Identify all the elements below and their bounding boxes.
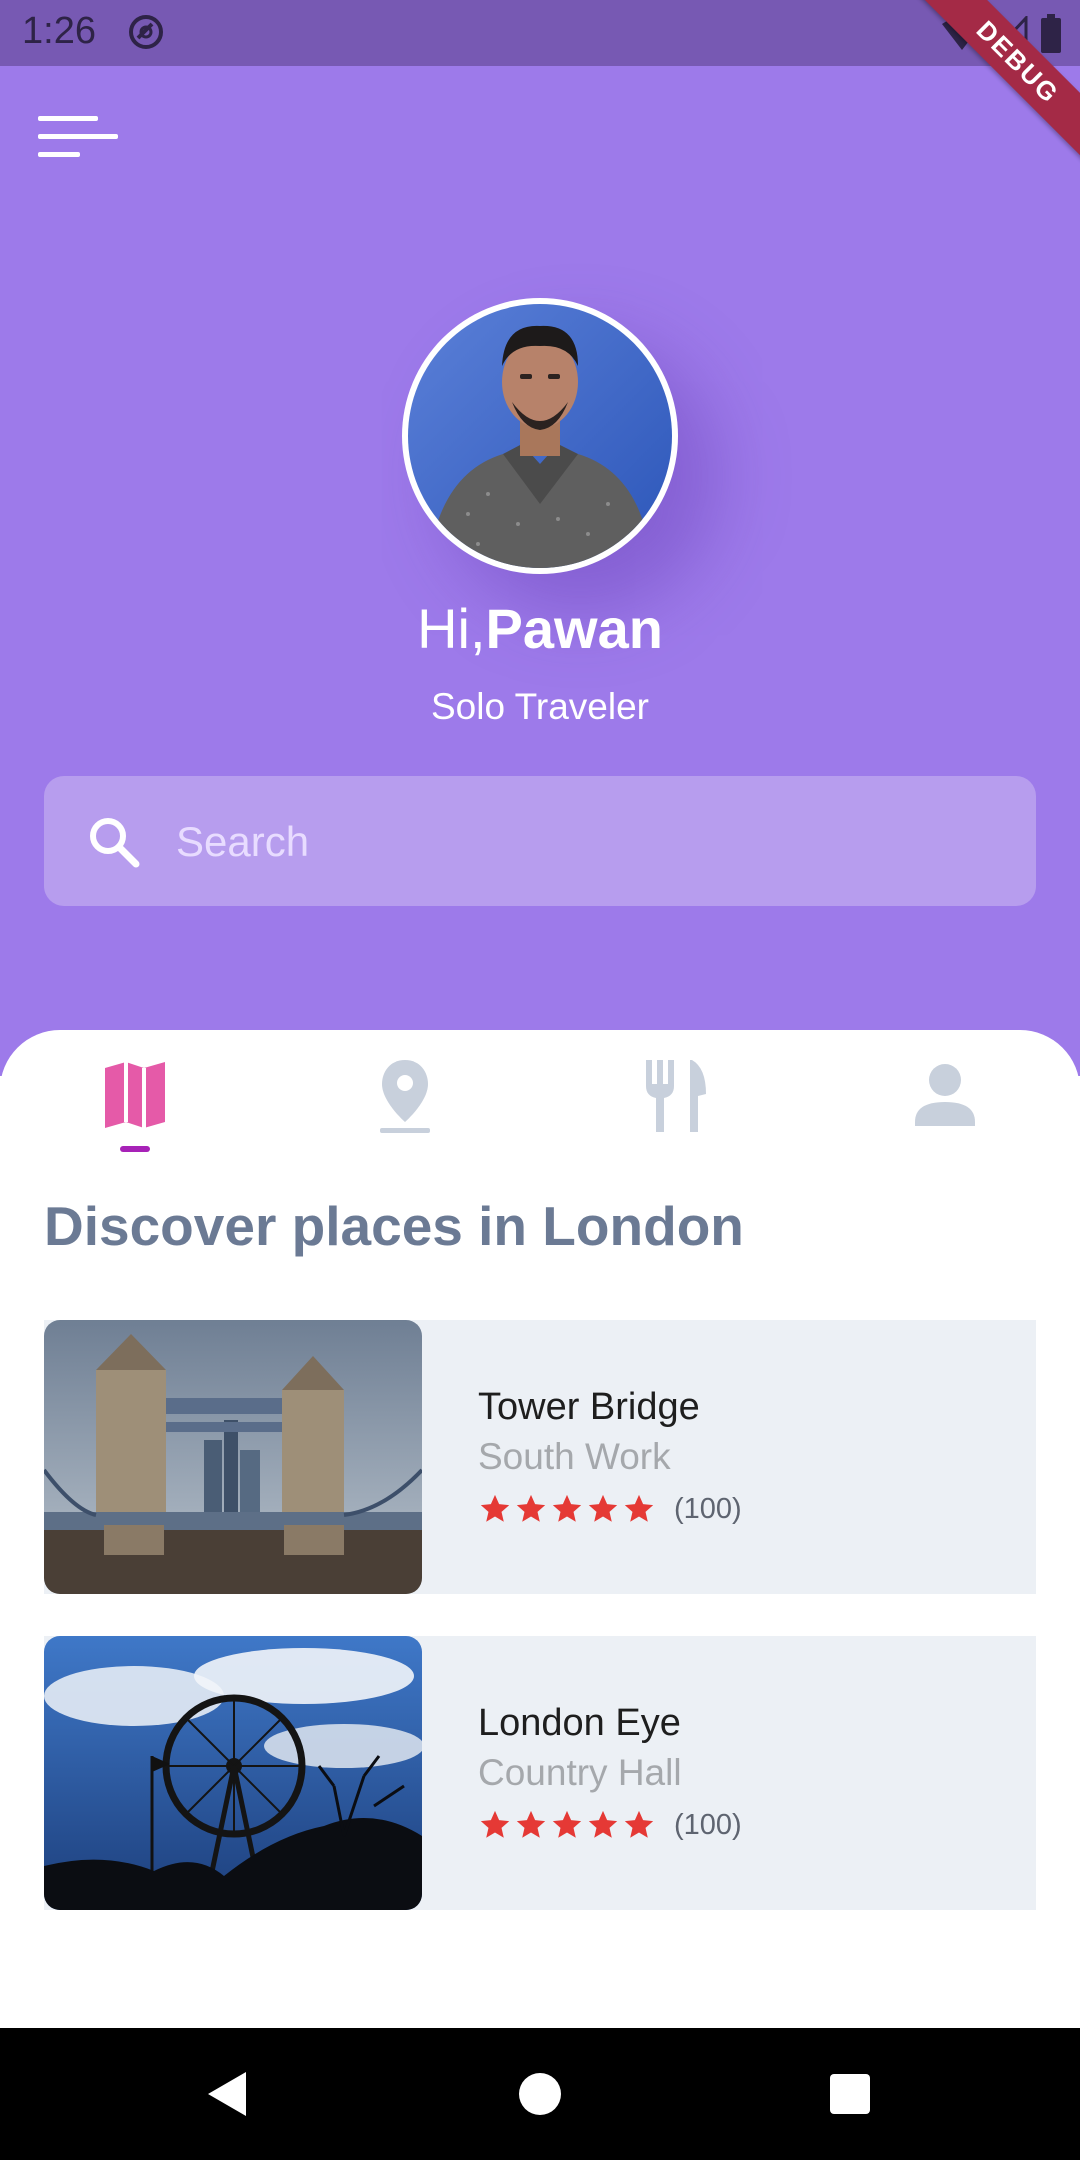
status-time: 1:26	[22, 10, 96, 52]
system-nav-bar	[0, 2028, 1080, 2160]
star-icon	[516, 1494, 546, 1522]
user-name: Pawan	[485, 597, 663, 660]
tab-indicator	[120, 1146, 150, 1152]
location-pin-icon	[380, 1060, 430, 1133]
place-location: Country Hall	[478, 1752, 682, 1793]
avatar-photo	[408, 304, 672, 568]
search-icon	[90, 818, 140, 868]
star-icon	[624, 1810, 654, 1838]
place-name: Tower Bridge	[478, 1386, 700, 1428]
signal-icon	[994, 16, 1028, 52]
place-rating: (100)	[478, 1492, 742, 1526]
sync-icon	[129, 15, 163, 49]
tab-places[interactable]	[360, 1050, 450, 1140]
place-rating: (100)	[478, 1808, 742, 1842]
place-card-london-eye[interactable]: London Eye Country Hall (100)	[44, 1636, 1036, 1910]
restaurant-icon	[646, 1060, 706, 1132]
tower-bridge-image	[44, 1320, 422, 1594]
review-count: (100)	[674, 1492, 742, 1525]
wifi-icon	[942, 17, 982, 50]
content-sheet: Discover places in London Tower Bridge S…	[0, 1030, 1080, 2028]
app-screen: 1:26 Hi,Pawan Solo Traveler Search DEBUG…	[0, 0, 1080, 2160]
place-card-tower-bridge[interactable]: Tower Bridge South Work (100)	[44, 1320, 1036, 1594]
star-icon	[516, 1810, 546, 1838]
star-icon	[552, 1810, 582, 1838]
star-icon	[624, 1494, 654, 1522]
star-icon	[552, 1494, 582, 1522]
london-eye-image	[44, 1636, 422, 1910]
search-input[interactable]	[174, 802, 978, 882]
user-subtitle: Solo Traveler	[431, 686, 649, 727]
avatar[interactable]	[402, 298, 678, 574]
star-icon	[588, 1810, 618, 1838]
map-icon	[105, 1062, 165, 1128]
tab-profile[interactable]	[900, 1050, 990, 1140]
profile-header: Hi,Pawan Solo Traveler	[0, 66, 1080, 1076]
person-icon	[915, 1064, 975, 1126]
section-title: Discover places in London	[44, 1195, 744, 1257]
status-bar: 1:26	[0, 0, 1080, 66]
tab-restaurants[interactable]	[630, 1050, 720, 1140]
star-icon	[588, 1494, 618, 1522]
greeting-prefix: Hi,	[417, 597, 486, 660]
status-icons	[942, 12, 1062, 56]
star-icon	[480, 1810, 510, 1838]
recents-icon[interactable]	[820, 2064, 880, 2124]
star-icon	[480, 1494, 510, 1522]
back-icon[interactable]	[200, 2064, 260, 2124]
menu-icon[interactable]	[38, 106, 122, 166]
greeting: Hi,Pawan	[0, 596, 1080, 661]
place-name: London Eye	[478, 1702, 681, 1744]
place-location: South Work	[478, 1436, 671, 1477]
home-icon[interactable]	[510, 2064, 570, 2124]
review-count: (100)	[674, 1808, 742, 1841]
search-bar[interactable]	[44, 776, 1036, 906]
battery-icon	[1041, 14, 1061, 53]
tab-map[interactable]	[90, 1050, 180, 1140]
